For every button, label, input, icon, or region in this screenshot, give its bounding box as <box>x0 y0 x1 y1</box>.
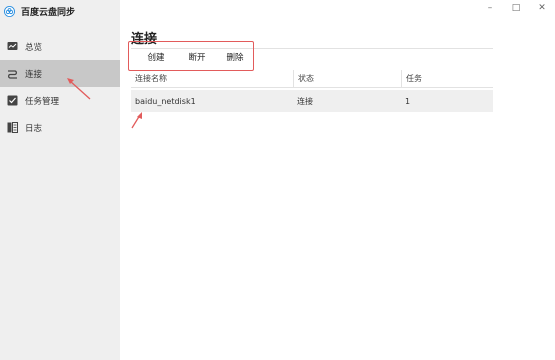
sidebar-item-log[interactable]: 日志 <box>0 114 120 141</box>
task-icon <box>7 95 18 106</box>
app-title-text: 百度云盘同步 <box>21 8 76 18</box>
sidebar-item-label: 任务管理 <box>25 96 60 107</box>
app-title: 百度云盘同步 <box>4 5 75 18</box>
sidebar-item-connection[interactable]: 连接 <box>0 60 120 87</box>
sidebar-nav: 总览 连接 任务管理 日志 <box>0 33 120 141</box>
sidebar: 百度云盘同步 总览 连接 任务管理 日志 <box>0 0 120 360</box>
table-header: 连接名称 状态 任务 <box>131 69 493 88</box>
highlight-box <box>128 41 254 71</box>
overview-icon <box>7 41 18 52</box>
maximize-button[interactable]: □ <box>511 3 521 13</box>
connection-icon <box>7 68 18 79</box>
close-button[interactable]: ✕ <box>537 3 547 13</box>
sidebar-item-label: 总览 <box>25 42 43 53</box>
column-header-status[interactable]: 状态 <box>293 69 401 88</box>
minimize-button[interactable]: – <box>485 3 495 13</box>
window-controls: – □ ✕ <box>485 3 547 13</box>
log-icon <box>7 122 18 133</box>
cell-status: 连接 <box>297 96 313 106</box>
column-header-name[interactable]: 连接名称 <box>131 70 293 88</box>
arrow-to-row <box>131 112 142 129</box>
sidebar-item-label: 连接 <box>25 69 43 80</box>
sidebar-item-overview[interactable]: 总览 <box>0 33 120 60</box>
cloud-logo-icon <box>4 6 15 17</box>
sidebar-item-tasks[interactable]: 任务管理 <box>0 87 120 114</box>
cell-tasks: 1 <box>405 96 411 106</box>
cell-connection-name: baidu_netdisk1 <box>135 96 196 106</box>
table-row[interactable]: baidu_netdisk1 连接 1 <box>131 90 493 112</box>
sidebar-item-label: 日志 <box>25 123 43 134</box>
column-header-tasks[interactable]: 任务 <box>401 69 493 88</box>
connections-table: 连接名称 状态 任务 baidu_netdisk1 连接 1 <box>131 69 493 112</box>
